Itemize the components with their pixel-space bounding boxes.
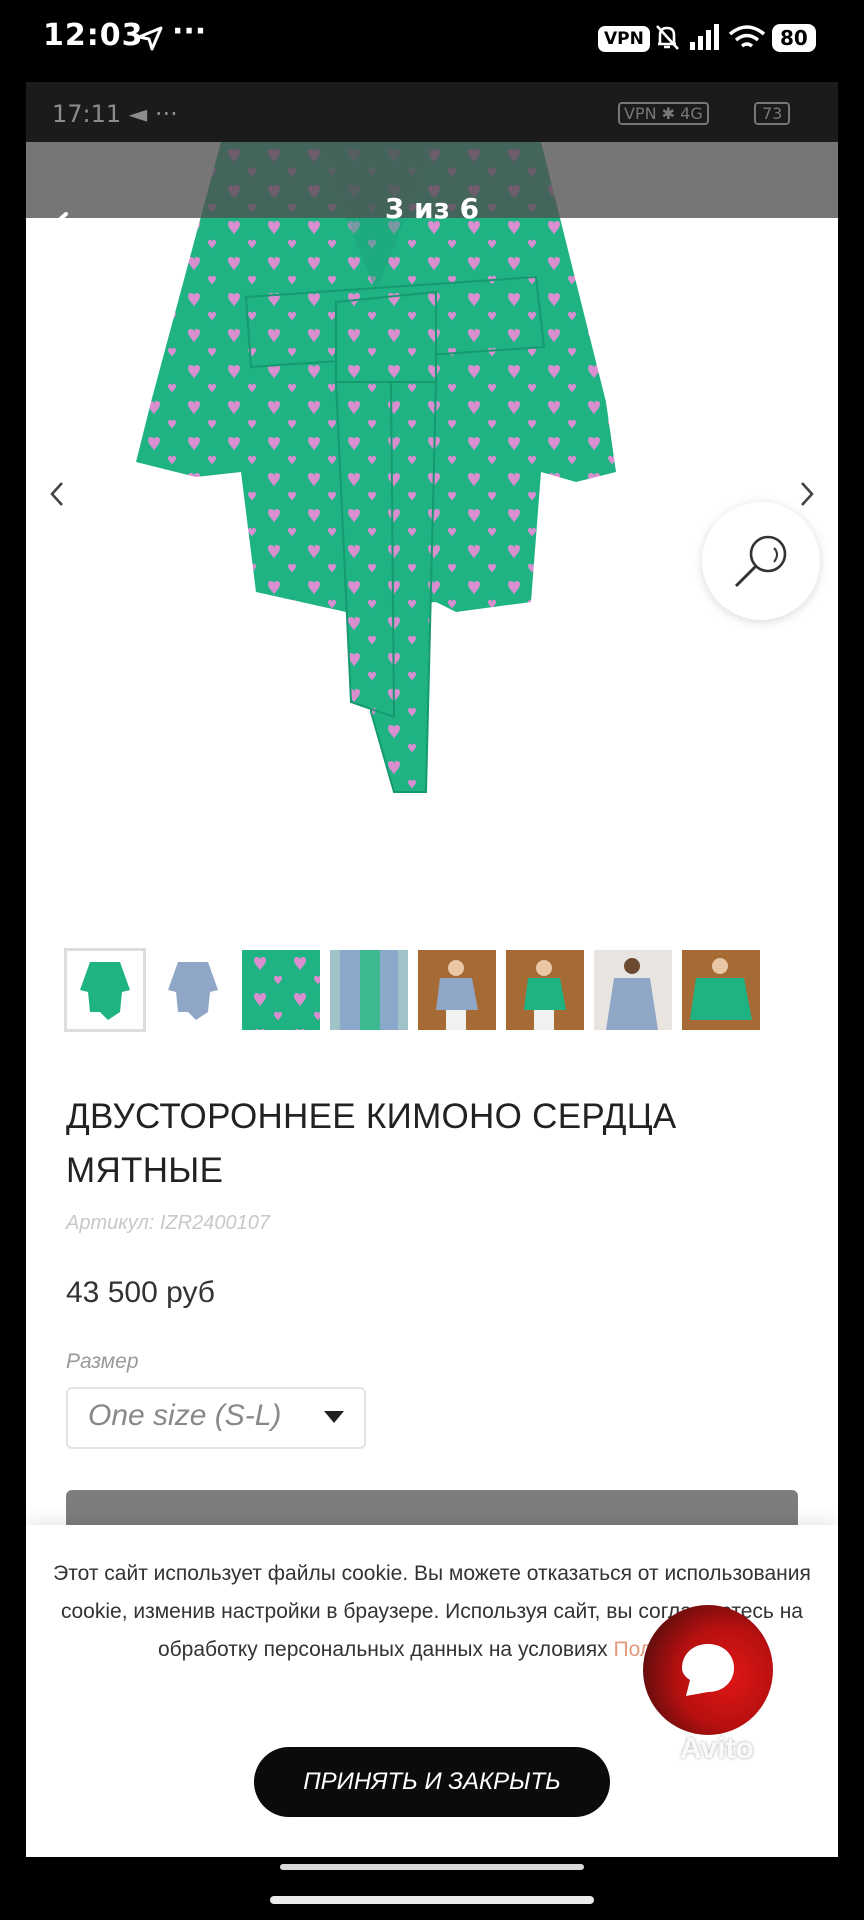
- avito-watermark: Avito: [680, 1732, 754, 1765]
- image-counter: 3 из 6: [384, 192, 480, 225]
- product-title: ДВУСТОРОННЕЕ КИМОНО СЕРДЦА МЯТНЫЕ: [66, 1097, 677, 1190]
- size-label: Размер: [66, 1350, 139, 1373]
- recorded-screen: 17:11 ◄ ··· VPN ✱ 4G 73 3 из 6 ДВУСТОРОН…: [26, 82, 838, 1857]
- caret-down-icon: [324, 1411, 344, 1423]
- chevron-left-icon[interactable]: [46, 477, 70, 511]
- magnifier-icon: [734, 535, 787, 588]
- chevron-right-icon[interactable]: [794, 477, 818, 511]
- size-selected-value: One size (S-L): [88, 1399, 282, 1432]
- recorded-status-bar: 17:11 ◄ ··· VPN ✱ 4G 73: [26, 82, 838, 142]
- wifi-icon: [728, 25, 766, 48]
- thumbnail-4[interactable]: [330, 950, 408, 1030]
- recorded-status-network: VPN ✱ 4G: [618, 102, 709, 125]
- mute-bell-icon: [656, 25, 679, 50]
- size-select[interactable]: One size (S-L): [66, 1387, 366, 1449]
- thumbnail-6[interactable]: [506, 950, 584, 1030]
- thumbnail-2[interactable]: [154, 950, 232, 1030]
- chat-bubble-icon: [682, 1644, 734, 1696]
- vpn-badge: VPN: [598, 26, 650, 52]
- product-image[interactable]: [136, 142, 746, 882]
- chat-button[interactable]: [643, 1605, 773, 1735]
- battery-level: 80: [772, 24, 816, 52]
- thumbnail-8[interactable]: [682, 950, 760, 1030]
- phone-status-bar: 12:03 ··· VPN 80: [0, 0, 864, 82]
- recorded-status-time: 17:11 ◄ ···: [52, 100, 178, 128]
- thumbnail-5[interactable]: [418, 950, 496, 1030]
- thumbnail-1[interactable]: [64, 948, 146, 1032]
- accept-cookies-button[interactable]: ПРИНЯТЬ И ЗАКРЫТЬ: [254, 1747, 610, 1817]
- signal-icon: [690, 24, 719, 50]
- thumbnail-7[interactable]: [594, 950, 672, 1030]
- navigation-arrow-icon: [137, 26, 163, 51]
- add-to-cart-button[interactable]: [66, 1490, 798, 1530]
- recorded-home-indicator: [280, 1864, 584, 1870]
- product-sku: Артикул: IZR2400107: [66, 1212, 270, 1234]
- zoom-button[interactable]: [702, 502, 820, 620]
- home-indicator[interactable]: [270, 1896, 594, 1904]
- status-more-dots: ···: [172, 14, 207, 49]
- product-price: 43 500 руб: [66, 1276, 215, 1309]
- thumbnail-3[interactable]: [242, 950, 320, 1030]
- status-time: 12:03: [43, 18, 144, 53]
- recorded-battery: 73: [754, 102, 791, 125]
